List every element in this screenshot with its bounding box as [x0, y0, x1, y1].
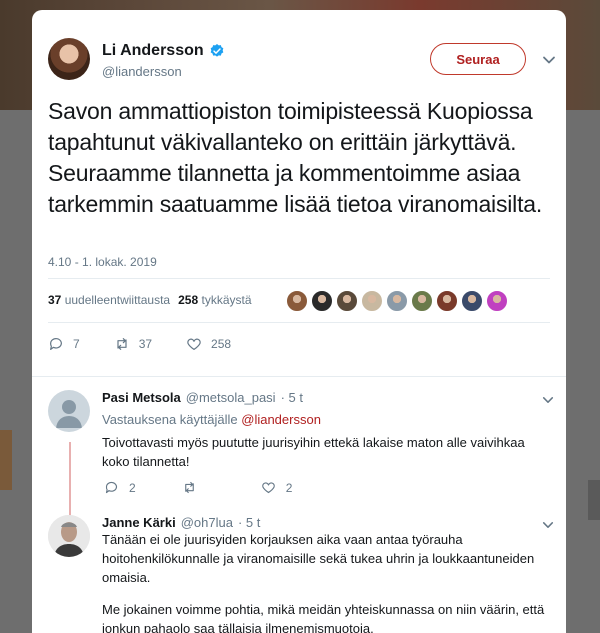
like-stat-label: tykkäystä [201, 293, 252, 307]
liker-avatar[interactable] [286, 290, 308, 312]
liker-avatar[interactable] [336, 290, 358, 312]
backdrop-left-thumbnail [0, 430, 12, 490]
reply-avatar-photo[interactable] [48, 515, 90, 557]
reply-action[interactable]: 2 [104, 480, 136, 495]
retweet-action[interactable]: 37 [114, 336, 152, 352]
reply-text: Tänään ei ole juurisyiden korjauksen aik… [102, 532, 535, 585]
author-avatar[interactable] [48, 38, 90, 80]
reply-icon [50, 338, 62, 350]
divider [48, 278, 550, 279]
reply-time[interactable]: · 5 t [281, 390, 303, 405]
reply-count: 2 [129, 480, 136, 495]
reply-author-handle[interactable]: @metsola_pasi [186, 390, 276, 405]
tweet-timestamp[interactable]: 4.10 - 1. lokak. 2019 [48, 255, 157, 269]
verified-badge-icon [210, 44, 223, 57]
replying-to-line: Vastauksena käyttäjälle @liandersson [102, 412, 321, 427]
reply-text: Toivottavasti myös puututte juurisyihin … [102, 435, 525, 469]
chevron-down-icon[interactable] [542, 394, 554, 406]
heart-icon [187, 338, 201, 350]
tweet-stats: 37 uudelleentwiittausta 258 tykkäystä [48, 293, 252, 307]
retweet-stat[interactable]: 37 uudelleentwiittausta [48, 293, 170, 307]
reply-header: Pasi Metsola @metsola_pasi · 5 t [102, 390, 303, 405]
reply-time[interactable]: · 5 t [238, 515, 260, 530]
reply-author-name[interactable]: Pasi Metsola [102, 390, 181, 405]
replying-to-mention[interactable]: @liandersson [241, 412, 321, 427]
like-stat-count: 258 [178, 293, 199, 307]
liker-avatar[interactable] [411, 290, 433, 312]
reply-author-name[interactable]: Janne Kärki [102, 515, 176, 530]
retweet-icon [184, 481, 194, 494]
heart-icon [261, 482, 275, 494]
retweet-icon [117, 338, 127, 350]
reply-action[interactable]: 7 [48, 336, 80, 352]
divider [48, 322, 550, 323]
retweet-action[interactable] [182, 480, 207, 495]
retweet-count: 37 [138, 337, 153, 351]
backdrop-right-thumbnail [588, 480, 600, 520]
reply-avatar-default[interactable] [48, 390, 90, 432]
reply-header: Janne Kärki @oh7lua · 5 t [102, 515, 260, 530]
like-action[interactable]: 258 [186, 336, 231, 352]
user-photo-icon [48, 515, 90, 557]
replying-to-prefix: Vastauksena käyttäjälle [102, 412, 238, 427]
tweet-modal: Li Andersson @liandersson Seuraa Savon a… [32, 10, 566, 633]
reply-actions: 2 2 [104, 480, 338, 495]
reply-icon [105, 481, 118, 494]
default-user-icon [56, 400, 82, 428]
reply-author-handle[interactable]: @oh7lua [181, 515, 233, 530]
tweet-actions: 7 37 258 [48, 336, 265, 352]
tweet-text: Savon ammattiopiston toimipisteessä Kuop… [48, 98, 543, 217]
author-name[interactable]: Li Andersson [102, 42, 204, 60]
backdrop-left-column [0, 110, 32, 633]
reply-count: 7 [73, 337, 80, 351]
like-count: 2 [285, 480, 293, 495]
liker-avatar[interactable] [461, 290, 483, 312]
liker-avatar[interactable] [311, 290, 333, 312]
liker-avatar[interactable] [436, 290, 458, 312]
retweet-stat-label: uudelleentwiittausta [64, 293, 171, 307]
liker-avatar[interactable] [361, 290, 383, 312]
thread-connector-line [69, 442, 71, 520]
follow-button[interactable]: Seuraa [430, 43, 526, 75]
author-handle[interactable]: @liandersson [102, 64, 182, 79]
backdrop-right-column [570, 110, 600, 633]
like-stat[interactable]: 258 tykkäystä [178, 293, 251, 307]
author-name-row: Li Andersson [102, 42, 225, 60]
liker-avatar[interactable] [386, 290, 408, 312]
like-count: 258 [211, 337, 232, 351]
liker-avatars[interactable] [286, 290, 508, 312]
chevron-down-icon[interactable] [542, 53, 556, 67]
retweet-stat-count: 37 [48, 293, 62, 307]
like-action[interactable]: 2 [261, 480, 293, 495]
divider [32, 376, 566, 377]
reply-text-paragraph: Me jokainen voimme pohtia, mikä meidän y… [102, 602, 545, 633]
liker-avatar[interactable] [486, 290, 508, 312]
